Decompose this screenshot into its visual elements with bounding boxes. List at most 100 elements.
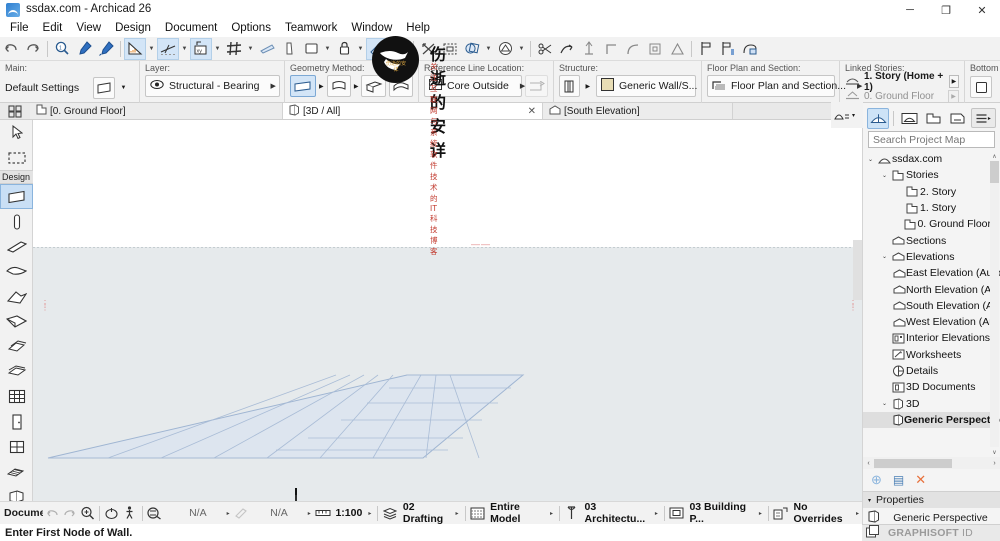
tree-twisty-icon[interactable]: ⌄ xyxy=(879,253,890,260)
curtain-wall-tool[interactable] xyxy=(0,359,33,384)
tree-horizontal-scrollbar[interactable]: ‹ › xyxy=(863,457,1000,469)
magic-wand-icon[interactable] xyxy=(366,37,388,60)
menu-item-view[interactable]: View xyxy=(69,20,108,37)
menu-item-window[interactable]: Window xyxy=(344,20,399,37)
new-viewpoint-button[interactable]: ⊕ xyxy=(871,472,882,488)
zoom-magnifier-icon[interactable]: 1 xyxy=(51,38,73,60)
viewport-vertical-scrollbar[interactable] xyxy=(853,240,862,300)
scale-field-1-arrow-icon[interactable]: ▸ xyxy=(209,510,233,517)
tree-node-west-elevation-aut[interactable]: West Elevation (Aut xyxy=(863,314,998,330)
view-tab-close-icon[interactable]: ✕ xyxy=(512,106,536,117)
view-tab-0[interactable]: [0. Ground Floor] xyxy=(30,103,283,119)
mesh-tool[interactable] xyxy=(0,384,33,409)
properties-twisty-icon[interactable]: ▾ xyxy=(868,497,871,504)
slab-tool[interactable] xyxy=(0,259,33,284)
graphic-overrides-arrow-icon[interactable]: ▸ xyxy=(852,510,862,517)
tree-twisty-icon[interactable]: ⌄ xyxy=(879,400,890,407)
structure-display-arrow-icon[interactable]: ▸ xyxy=(546,510,556,517)
tree-node-details[interactable]: Details xyxy=(863,363,991,379)
tree-scroll-up-button[interactable]: ∧ xyxy=(990,151,999,161)
door-tool[interactable] xyxy=(0,409,33,434)
tree-vertical-scrollbar[interactable] xyxy=(990,161,999,447)
composite-arrow-icon[interactable]: ▶ xyxy=(583,75,593,97)
grid-snap-dropdown-arrow[interactable]: ▼ xyxy=(245,38,256,60)
shell-tool[interactable] xyxy=(0,309,33,334)
floorplan-section-selector[interactable]: Floor Plan and Section... ▶ xyxy=(707,75,862,97)
search-project-map-input[interactable]: Search Project Map xyxy=(868,131,995,148)
structure-selector[interactable]: Generic Wall/S... ▶ xyxy=(596,75,714,97)
structure-display[interactable]: Entire Model ▸ xyxy=(486,501,556,525)
beam-tool[interactable] xyxy=(0,234,33,259)
tree-node-south-elevation-au[interactable]: South Elevation (Au xyxy=(863,298,999,314)
tree-node-ssdax-com[interactable]: ⌄ ssdax.com xyxy=(863,151,991,167)
tree-node-1-story[interactable]: 1. Story xyxy=(863,200,991,216)
walk-icon[interactable] xyxy=(121,503,139,523)
tree-node-worksheets[interactable]: Worksheets xyxy=(863,347,991,363)
scale-field-2-arrow-icon[interactable]: ▸ xyxy=(290,510,314,517)
model-view-options-arrow-icon[interactable]: ▸ xyxy=(755,510,765,517)
main-dropdown-arrow[interactable]: ▼ xyxy=(118,77,129,99)
trim-icon[interactable] xyxy=(534,38,556,60)
view-tab-1[interactable]: [3D / All] ✕ xyxy=(283,103,543,119)
eyedropper-pickup-icon[interactable] xyxy=(73,38,95,60)
toolbox-section-design[interactable]: Design xyxy=(0,170,33,184)
scale-field-1[interactable]: N/A ▸ xyxy=(163,507,233,519)
partial-structure-icon[interactable] xyxy=(468,503,486,523)
wall-tool-icon[interactable] xyxy=(93,77,115,99)
tree-node-0-ground-floor[interactable]: 0. Ground Floor xyxy=(863,216,991,232)
adjust-icon[interactable] xyxy=(556,38,578,60)
window-tool[interactable] xyxy=(0,434,33,459)
measure-tool-icon[interactable] xyxy=(124,37,146,60)
tree-node-east-elevation-auto[interactable]: East Elevation (Auto xyxy=(863,265,1000,281)
properties-section-header[interactable]: ▾ Properties xyxy=(863,491,1000,508)
tree-scroll-left-button[interactable]: ‹ xyxy=(863,457,874,469)
group-icon[interactable] xyxy=(439,38,461,60)
tree-node-interior-elevations[interactable]: Interior Elevations xyxy=(863,330,991,346)
tree-scroll-thumb[interactable] xyxy=(990,161,999,183)
linked-story-bottom-arrow[interactable]: ▶ xyxy=(948,90,959,103)
measure-tool-dropdown-arrow[interactable]: ▼ xyxy=(146,38,157,60)
tree-node-elevations[interactable]: ⌄ Elevations xyxy=(863,249,991,265)
tree-twisty-icon[interactable]: ⌄ xyxy=(865,156,876,163)
menu-item-edit[interactable]: Edit xyxy=(36,20,70,37)
story-up-icon[interactable] xyxy=(695,38,717,60)
publisher-sets-tab[interactable] xyxy=(947,108,969,129)
menu-item-document[interactable]: Document xyxy=(158,20,224,37)
tree-scroll-right-button[interactable]: › xyxy=(989,457,1000,469)
curved-wall-icon[interactable] xyxy=(326,75,351,97)
graphic-overrides[interactable]: No Overrides ▸ xyxy=(790,501,862,525)
marquee-icon[interactable] xyxy=(417,38,439,60)
dimension-settings-icon[interactable]: 12 xyxy=(388,38,410,60)
minimize-button[interactable]: ─ xyxy=(892,0,928,20)
morph-tool[interactable] xyxy=(0,334,33,359)
redo-view-icon[interactable] xyxy=(61,503,79,523)
restore-button[interactable]: ❐ xyxy=(928,0,964,20)
layout-book-tab[interactable] xyxy=(922,108,944,129)
guide-line-icon[interactable] xyxy=(157,37,179,60)
intersect-icon[interactable] xyxy=(600,38,622,60)
column-tool[interactable] xyxy=(0,209,33,234)
solid-element-operations-icon[interactable] xyxy=(461,38,483,60)
eyedropper-inject-icon[interactable] xyxy=(95,38,117,60)
roof-plane-dropdown-arrow[interactable]: ▼ xyxy=(516,38,527,60)
coordinate-origin-icon[interactable]: xy xyxy=(190,37,212,60)
navigator-preset-selector[interactable]: ▾ xyxy=(831,102,863,128)
pen-set-2-icon[interactable] xyxy=(563,503,581,523)
multiply-icon[interactable] xyxy=(666,38,688,60)
tree-node-stories[interactable]: ⌄ Stories xyxy=(863,167,991,183)
tree-node-2-story[interactable]: 2. Story xyxy=(863,184,991,200)
layer-extras-icon[interactable] xyxy=(300,38,322,60)
roof-plane-icon[interactable] xyxy=(494,38,516,60)
layer-selector[interactable]: Structural - Bearing ▶ xyxy=(145,75,280,97)
lock-icon[interactable] xyxy=(333,38,355,60)
menu-item-file[interactable]: File xyxy=(3,20,36,37)
scale-field-2[interactable]: N/A ▸ xyxy=(250,507,314,519)
snap-guide-icon[interactable] xyxy=(256,38,278,60)
grid-snap-icon[interactable] xyxy=(223,38,245,60)
guide-line-dropdown-arrow[interactable]: ▼ xyxy=(179,38,190,60)
tree-node-generic-perspective[interactable]: Generic Perspective xyxy=(863,411,1000,429)
graphic-override-icon[interactable] xyxy=(772,503,790,523)
tree-hscroll-thumb[interactable] xyxy=(874,458,952,468)
tree-scroll-down-button[interactable]: ∨ xyxy=(990,447,999,457)
bottom-offset-icon[interactable] xyxy=(970,76,992,98)
